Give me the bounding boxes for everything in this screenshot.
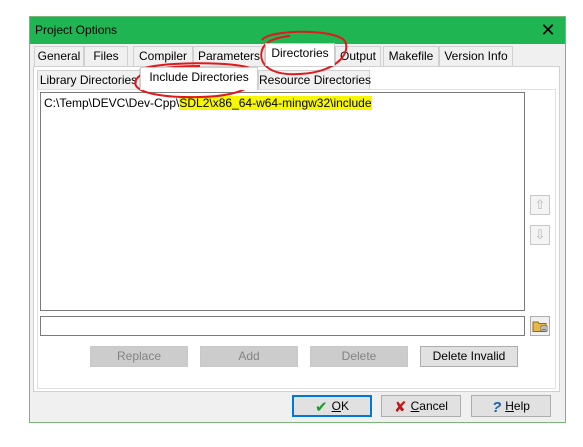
help-button[interactable]: ? Help — [471, 395, 551, 417]
delete-invalid-button[interactable]: Delete Invalid — [420, 346, 518, 367]
add-button[interactable]: Add — [200, 346, 298, 367]
subtab-include-directories[interactable]: Include Directories — [140, 67, 258, 90]
move-up-button[interactable]: ⇧ — [530, 195, 550, 215]
tab-files[interactable]: Files — [84, 46, 128, 66]
directory-list[interactable]: C:\Temp\DEVC\Dev-Cpp\SDL2\x86_64-w64-min… — [40, 92, 525, 311]
directories-panel: Library Directories Include Directories … — [33, 66, 560, 392]
tab-output[interactable]: Output — [335, 46, 381, 66]
tab-parameters[interactable]: Parameters — [193, 46, 265, 66]
replace-button[interactable]: Replace — [90, 346, 188, 367]
tab-directories[interactable]: Directories — [265, 43, 335, 66]
project-options-dialog: Project Options ✕ General Files Compiler… — [29, 16, 566, 423]
cancel-x-icon: ✘ — [394, 399, 407, 416]
tab-general[interactable]: General — [34, 46, 84, 66]
browse-folder-button[interactable] — [530, 316, 550, 336]
ok-button[interactable]: ✔ OK — [292, 395, 372, 417]
window-title: Project Options — [35, 23, 118, 37]
tab-version-info[interactable]: Version Info — [439, 46, 513, 66]
subtab-library-directories[interactable]: Library Directories — [37, 70, 140, 90]
subtab-resource-directories[interactable]: Resource Directories — [258, 70, 371, 90]
help-question-icon: ? — [492, 399, 502, 416]
list-item[interactable]: C:\Temp\DEVC\Dev-Cpp\SDL2\x86_64-w64-min… — [44, 96, 372, 110]
tab-makefile[interactable]: Makefile — [383, 46, 439, 66]
include-directories-page: C:\Temp\DEVC\Dev-Cpp\SDL2\x86_64-w64-min… — [37, 89, 556, 389]
move-down-button[interactable]: ⇩ — [530, 225, 550, 245]
path-prefix: C:\Temp\DEVC\Dev-Cpp\ — [44, 96, 180, 110]
path-highlighted: SDL2\x86_64-w64-mingw32\include — [179, 96, 372, 110]
checkmark-icon: ✔ — [315, 399, 328, 416]
close-button[interactable]: ✕ — [537, 19, 559, 41]
delete-button[interactable]: Delete — [310, 346, 408, 367]
tab-compiler[interactable]: Compiler — [133, 46, 193, 66]
folder-icon — [532, 321, 548, 332]
directory-path-input[interactable] — [40, 316, 525, 336]
title-bar: Project Options ✕ — [30, 17, 565, 44]
cancel-button[interactable]: ✘ Cancel — [381, 395, 461, 417]
